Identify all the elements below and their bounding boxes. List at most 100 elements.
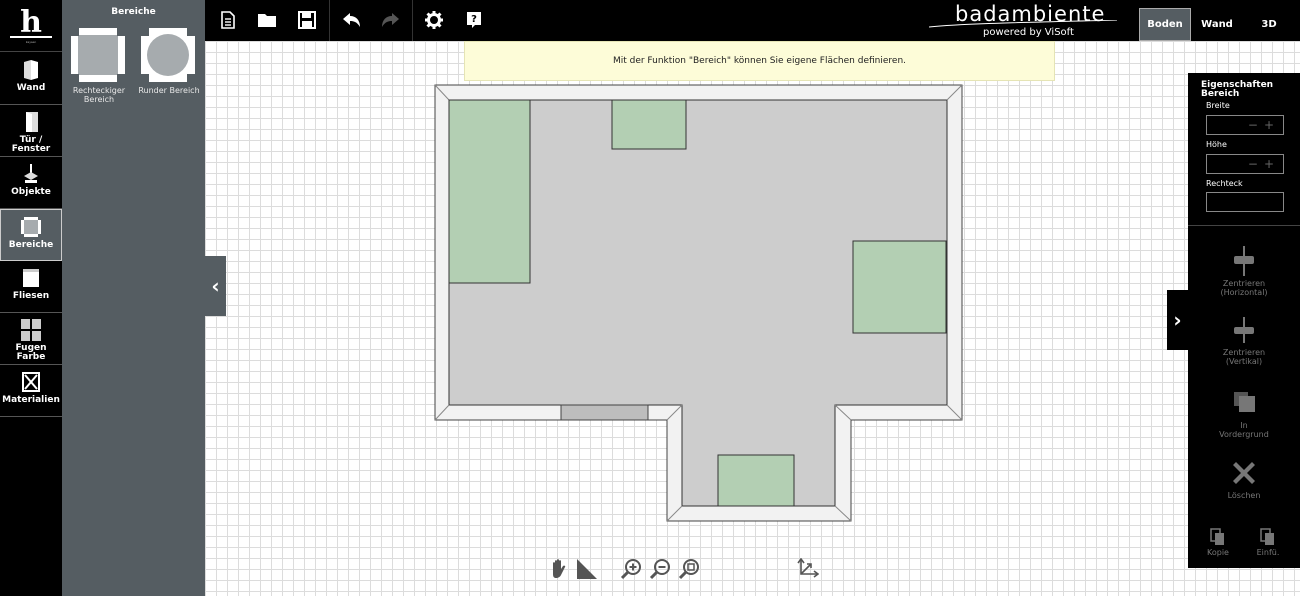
delete-icon: [1233, 462, 1255, 484]
nav-label: Wand: [16, 83, 46, 93]
redo-button[interactable]: [379, 8, 403, 32]
center-horizontal-button[interactable]: Zentrieren (Horizontal): [1188, 246, 1300, 297]
measure-tool-button[interactable]: [576, 558, 600, 582]
logo-underline: [10, 36, 52, 38]
faucet-icon: [24, 164, 38, 183]
paste-icon: [1260, 528, 1274, 545]
nav-label-2: Fenster: [11, 144, 51, 154]
help-button[interactable]: ?: [462, 8, 486, 32]
copy-icon: [1210, 528, 1224, 545]
undo-icon: [343, 13, 360, 27]
undo-button[interactable]: [339, 8, 363, 32]
pan-tool-button[interactable]: [548, 558, 572, 582]
nav-label-2: Farbe: [16, 352, 46, 362]
area-top[interactable]: [611, 99, 687, 150]
zoom-fit-button[interactable]: [678, 558, 702, 582]
bring-front-icon: [1234, 392, 1255, 412]
axis-arrows-icon: [797, 557, 820, 578]
svg-text:?: ?: [471, 14, 477, 25]
height-stepper[interactable]: −+: [1248, 157, 1280, 171]
nav-item-objects[interactable]: Objekte: [0, 157, 62, 209]
nav-item-tiles[interactable]: Fliesen: [0, 261, 62, 313]
floor-plan[interactable]: [205, 41, 1300, 596]
nav-item-areas[interactable]: Bereiche: [0, 209, 62, 261]
left-sidebar: h kaysen Wand Tür / Fenster Objekte Bere…: [0, 0, 62, 596]
save-icon: [298, 11, 316, 29]
nav-label: Objekte: [11, 187, 51, 197]
brand-powered: powered by ViSoft: [983, 27, 1074, 38]
nav-label: Bereiche: [8, 240, 54, 250]
shape-type-field[interactable]: [1206, 192, 1284, 212]
zoom-out-icon: [649, 559, 670, 580]
nav-item-materials[interactable]: Materialien: [0, 365, 62, 417]
new-file-icon: [221, 11, 235, 29]
width-field[interactable]: −+: [1206, 115, 1284, 135]
collapse-right-panel-button[interactable]: ›: [1167, 290, 1188, 350]
grout-icon: [21, 319, 41, 341]
round-area-label: Runder Bereich: [138, 86, 200, 95]
areas-panel: Bereiche Rechteckiger Bereich Runder Ber…: [62, 0, 205, 596]
height-field[interactable]: −+: [1206, 154, 1284, 174]
rectangular-area-button[interactable]: [71, 28, 125, 82]
properties-title: Eigenschaften Bereich: [1201, 80, 1274, 99]
nav-label: Fliesen: [12, 291, 50, 301]
brand-logo: badambiente powered by ViSoft: [929, 2, 1119, 40]
rectangular-area-label: Rechteckiger Bereich: [72, 86, 126, 104]
top-toolbar: ? badambiente powered by ViSoft Boden Wa…: [205, 0, 1300, 41]
nav-item-wand[interactable]: Wand: [0, 53, 62, 105]
hand-icon: [553, 559, 566, 578]
width-label: Breite: [1206, 101, 1230, 110]
new-document-button[interactable]: [216, 8, 240, 32]
area-bottom[interactable]: [717, 454, 795, 507]
circle-shape-icon: [147, 34, 189, 76]
tab-3d[interactable]: 3D: [1245, 8, 1293, 41]
app-logo[interactable]: h kaysen: [0, 0, 62, 52]
open-button[interactable]: [255, 8, 279, 32]
nav-item-door-window[interactable]: Tür / Fenster: [0, 105, 62, 157]
hint-banner: Mit der Funktion "Bereich" können Sie ei…: [464, 41, 1055, 81]
collapse-left-panel-button[interactable]: ‹: [205, 256, 226, 316]
materials-icon: [22, 372, 40, 392]
wall-icon: [24, 60, 38, 80]
help-icon: ?: [467, 12, 481, 28]
folder-icon: [258, 14, 276, 27]
area-right[interactable]: [852, 240, 947, 334]
center-vertical-icon: [1234, 317, 1254, 343]
gear-icon: [425, 11, 443, 29]
brand-name: badambiente: [955, 2, 1106, 26]
floor-plan-canvas[interactable]: [205, 41, 1300, 596]
zoom-in-icon: [620, 559, 641, 580]
tile-icon: [23, 269, 39, 287]
bring-to-front-button[interactable]: In Vordergrund: [1188, 388, 1300, 439]
logo-letter: h: [20, 4, 42, 40]
width-stepper[interactable]: −+: [1248, 118, 1280, 132]
nav-label: Materialien: [2, 395, 60, 405]
area-icon: [21, 217, 41, 237]
zoom-fit-icon: [678, 559, 699, 580]
area-left[interactable]: [448, 99, 531, 284]
height-label: Höhe: [1206, 140, 1227, 149]
tab-wand[interactable]: Wand: [1193, 8, 1241, 41]
rectangle-shape-icon: [78, 35, 118, 75]
panel-title: Bereiche: [111, 7, 156, 17]
properties-panel: Eigenschaften Bereich Breite −+ Höhe −+ …: [1188, 73, 1300, 568]
paste-button[interactable]: Einfü.: [1246, 528, 1290, 557]
save-button[interactable]: [295, 8, 319, 32]
delete-button[interactable]: Löschen: [1188, 458, 1300, 500]
center-vertical-button[interactable]: Zentrieren (Vertikal): [1188, 315, 1300, 366]
redo-icon: [382, 13, 399, 27]
door-opening[interactable]: [560, 404, 649, 421]
round-area-button[interactable]: [141, 28, 195, 82]
zoom-in-button[interactable]: [620, 558, 644, 582]
door-icon: [26, 112, 38, 132]
nav-item-grout-color[interactable]: Fugen Farbe: [0, 313, 62, 365]
ruler-triangle-icon: [577, 559, 597, 579]
copy-button[interactable]: Kopie: [1196, 528, 1240, 557]
settings-button[interactable]: [422, 8, 446, 32]
center-horizontal-icon: [1234, 246, 1254, 276]
zoom-out-button[interactable]: [649, 558, 673, 582]
tab-boden[interactable]: Boden: [1139, 8, 1191, 41]
shape-type-label: Rechteck: [1206, 179, 1243, 188]
logo-subtitle: kaysen: [25, 40, 37, 44]
axis-tool-button[interactable]: [795, 557, 820, 582]
